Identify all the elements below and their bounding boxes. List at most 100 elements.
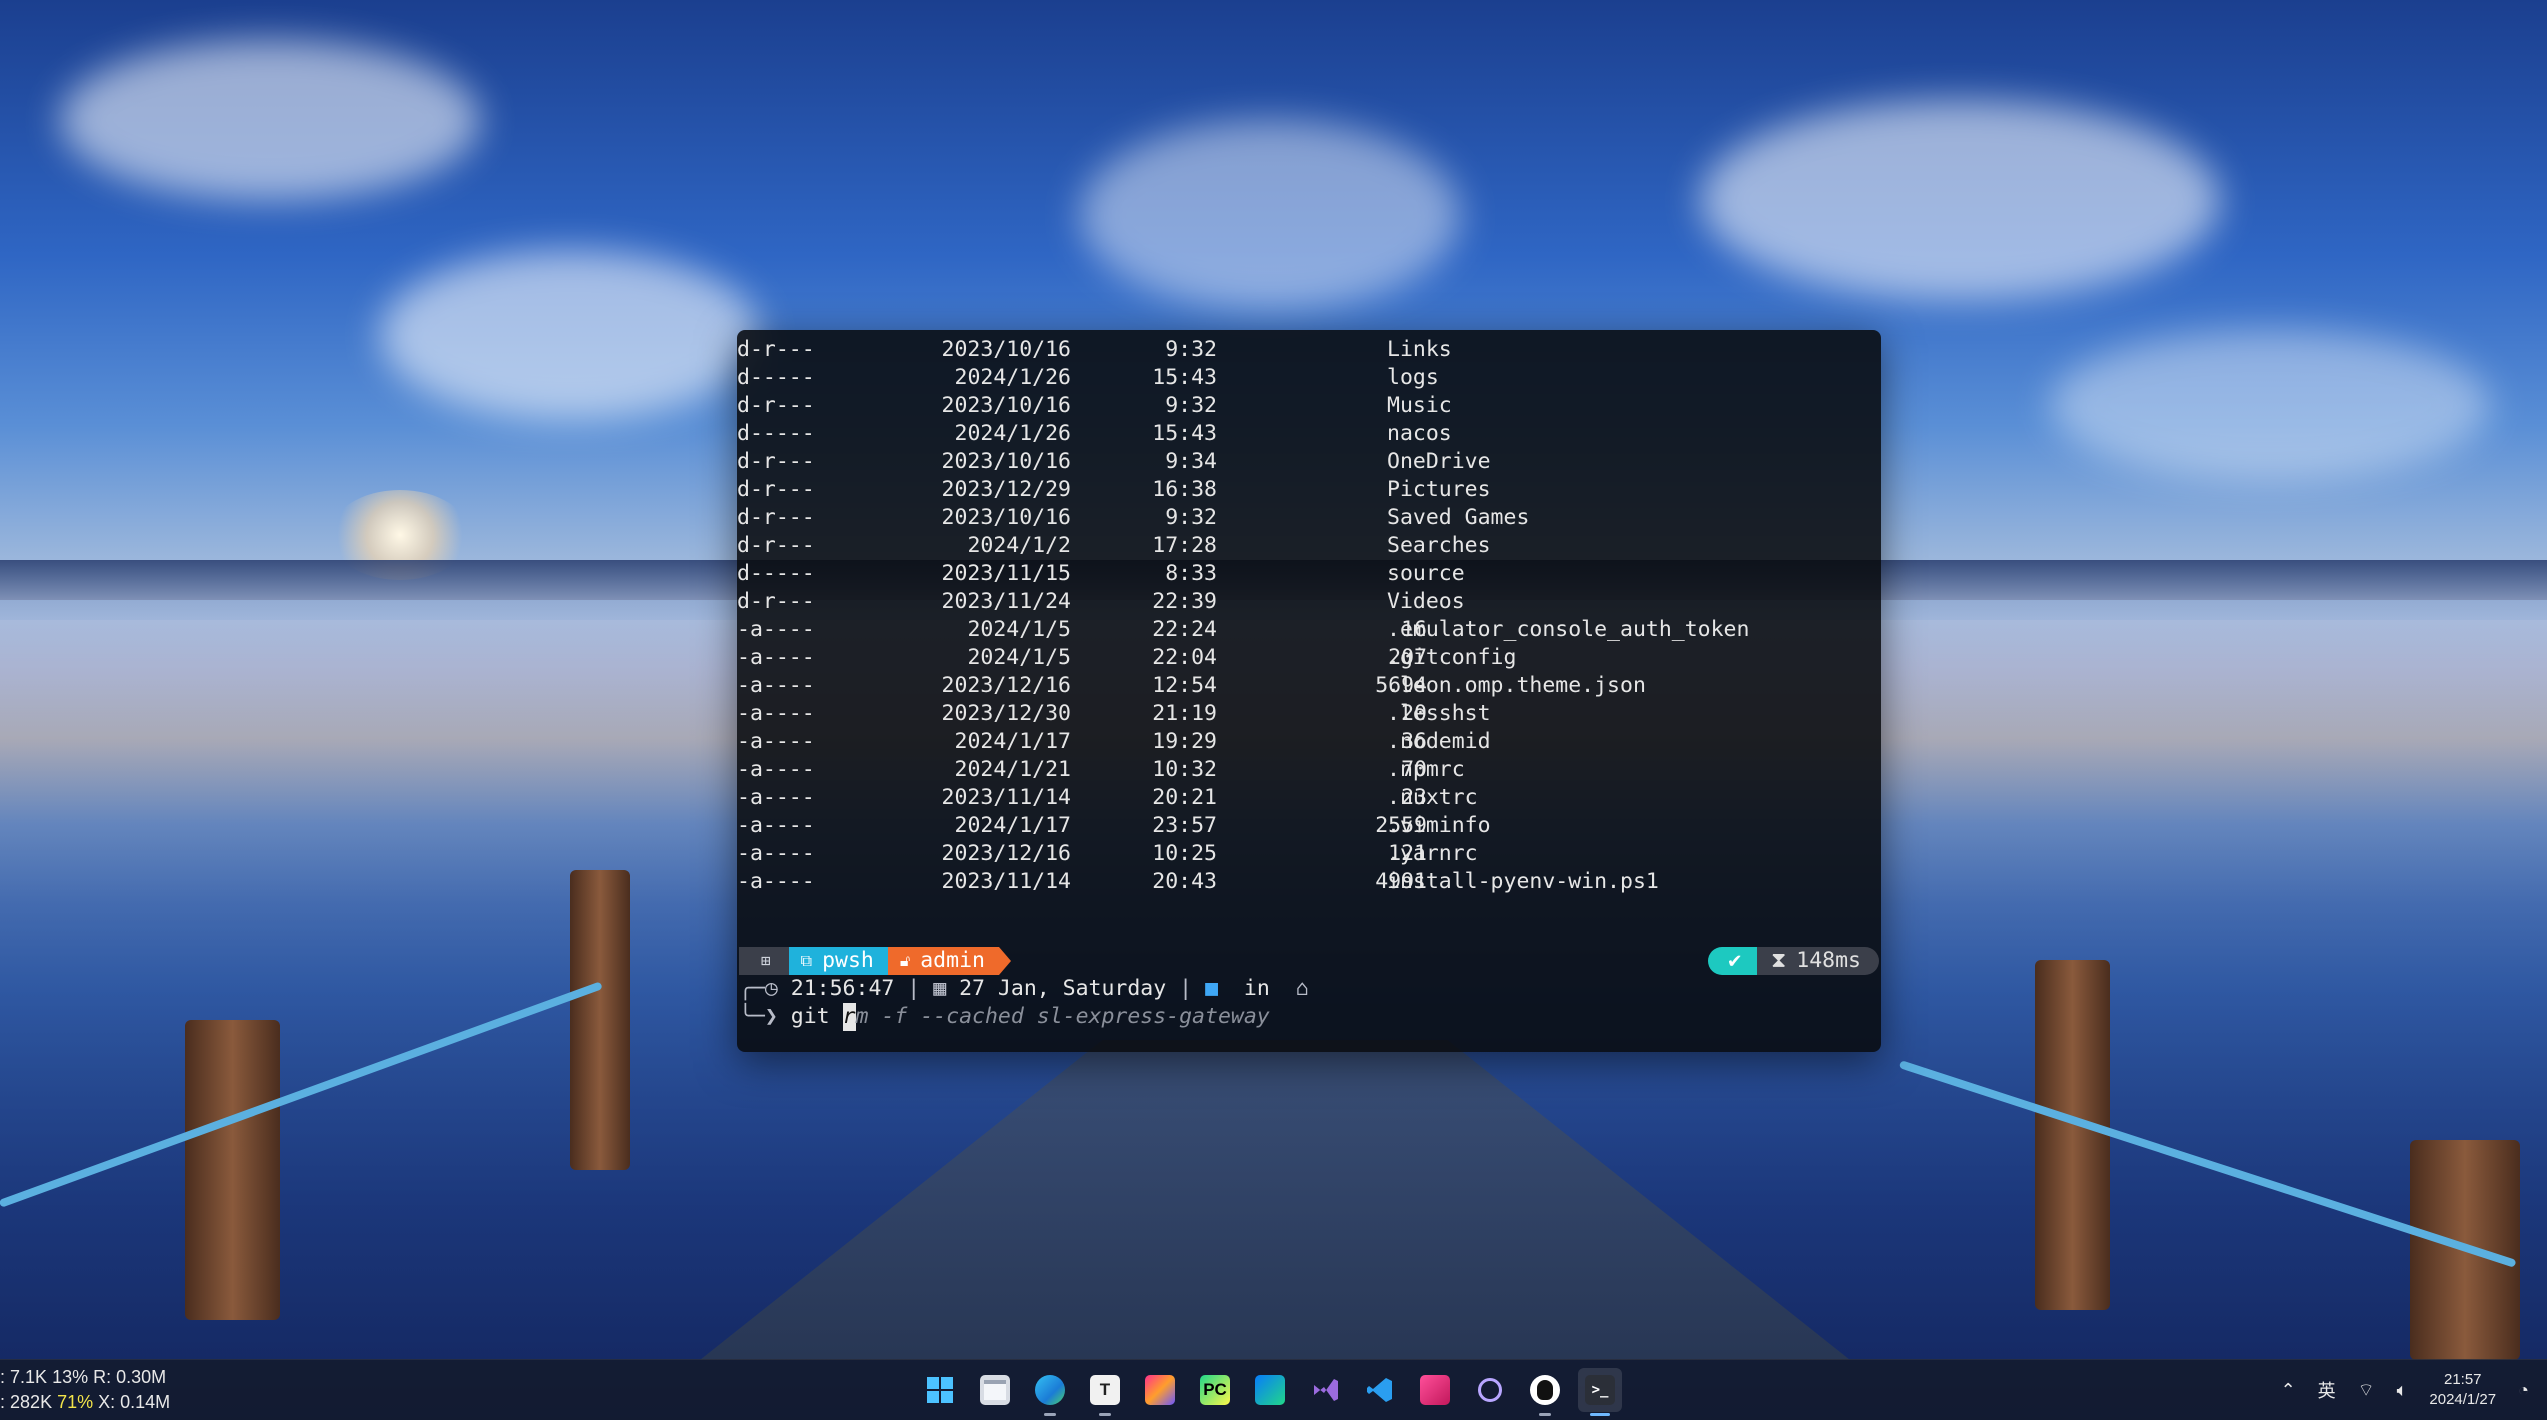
check-icon: ✔ — [1728, 948, 1742, 973]
clock-icon: ◷ — [764, 976, 791, 1001]
success-segment: ✔ — [1708, 947, 1758, 975]
taskbar-apps: T PC >_ — [918, 1368, 1622, 1416]
taskbar-app-jetbrains-ide[interactable] — [1248, 1368, 1292, 1412]
file-mode: -a---- — [737, 645, 815, 670]
file-time: 20:43 — [1152, 869, 1217, 894]
file-time: 20:21 — [1152, 785, 1217, 810]
user-name: admin — [920, 948, 985, 973]
app-label: T — [1099, 1380, 1111, 1399]
file-mode: d-r--- — [737, 393, 815, 418]
taskbar-app-pycharm[interactable]: PC — [1193, 1368, 1237, 1412]
netstat-value: 282K — [10, 1392, 53, 1412]
system-clock[interactable]: 21:57 2024/1/27 — [2429, 1370, 2496, 1410]
network-monitor: : 7.1K 13% R: 0.30M : 282K 71% X: 0.14M — [0, 1365, 170, 1415]
taskbar-app-jetbrains-toolbox[interactable] — [1138, 1368, 1182, 1412]
separator: | — [1179, 976, 1193, 1001]
file-date: 2024/1/2 — [967, 533, 1071, 558]
file-date: 2024/1/5 — [967, 617, 1071, 642]
file-date: 2024/1/5 — [967, 645, 1071, 670]
file-name: logs — [1387, 365, 1439, 390]
windows-icon: ⊞ — [761, 951, 771, 970]
file-name: .nuxtrc — [1387, 785, 1478, 810]
netstat-prefix: : — [0, 1392, 6, 1412]
taskbar-app-visual-studio[interactable] — [1303, 1368, 1347, 1412]
corner-top-icon: ╭─ — [739, 976, 765, 1001]
typed-command: git — [790, 1004, 843, 1029]
file-time: 10:32 — [1152, 757, 1217, 782]
obsidian-icon — [1420, 1375, 1450, 1405]
wifi-icon[interactable]: ⌔ — [2358, 1379, 2375, 1402]
file-time: 22:04 — [1152, 645, 1217, 670]
taskbar-app-edge-browser[interactable] — [1028, 1368, 1072, 1416]
file-name: Videos — [1387, 589, 1465, 614]
chevron-up-icon[interactable]: ⌃ — [2281, 1380, 2296, 1401]
file-date: 2023/10/16 — [941, 393, 1071, 418]
separator: | — [907, 976, 921, 1001]
taskbar-app-terminal[interactable]: >_ — [1578, 1368, 1622, 1416]
file-date: 2023/12/30 — [941, 701, 1071, 726]
jetbrains-toolbox-icon — [1145, 1375, 1175, 1405]
file-name: .emulator_console_auth_token — [1387, 617, 1750, 642]
file-date: 2023/11/14 — [941, 869, 1071, 894]
file-time: 22:39 — [1152, 589, 1217, 614]
file-mode: d-r--- — [737, 505, 815, 530]
netstat-percent: 71% — [57, 1392, 94, 1412]
command-line[interactable]: ╰─❯ git rm -f --cached sl-express-gatewa… — [739, 1003, 1270, 1031]
file-time: 21:19 — [1152, 701, 1217, 726]
user-segment: 🔓︎ admin — [887, 947, 999, 975]
app-label: PC — [1203, 1380, 1227, 1399]
file-name: Saved Games — [1387, 505, 1530, 530]
taskbar: : 7.1K 13% R: 0.30M : 282K 71% X: 0.14M … — [0, 1359, 2547, 1420]
taskbar-app-file-explorer[interactable] — [973, 1368, 1017, 1412]
typora-icon: T — [1090, 1375, 1120, 1405]
file-time: 22:24 — [1152, 617, 1217, 642]
terminal-window[interactable]: d-r--- 2023/10/16 9:32 Links d----- 2024/1/26… — [737, 330, 1881, 1052]
file-date: 2023/11/15 — [941, 561, 1071, 586]
taskbar-app-windows-start[interactable] — [918, 1368, 962, 1412]
gear-app-icon — [1475, 1375, 1505, 1405]
prompt-clock: 21:56:47 — [790, 976, 895, 1001]
netstat-prefix: : — [0, 1367, 6, 1387]
windows-start-icon — [925, 1375, 955, 1405]
execution-time: 148ms — [1796, 948, 1861, 973]
file-name: .npmrc — [1387, 757, 1465, 782]
notification-icon[interactable]: ◔ — [2518, 1380, 2529, 1401]
file-date: 2023/11/24 — [941, 589, 1071, 614]
system-tray: ⌃ 英 ⌔ 🔈︎ 21:57 2024/1/27 ◔ — [2281, 1360, 2547, 1420]
ime-indicator[interactable]: 英 — [2318, 1377, 2336, 1403]
file-mode: -a---- — [737, 869, 815, 894]
taskbar-app-gear-app[interactable] — [1468, 1368, 1512, 1412]
file-name: Links — [1387, 337, 1452, 362]
file-name: Searches — [1387, 533, 1491, 558]
file-explorer-icon — [980, 1375, 1010, 1405]
calendar-icon: ▦ — [933, 976, 960, 1001]
volume-icon[interactable]: 🔈︎ — [2397, 1380, 2408, 1401]
file-name: OneDrive — [1387, 449, 1491, 474]
prompt-segments: ⊞ ⧉ pwsh 🔓︎ admin — [739, 947, 1011, 975]
qq-icon — [1530, 1375, 1560, 1405]
netstat-value: 7.1K — [10, 1367, 48, 1387]
taskbar-app-obsidian[interactable] — [1413, 1368, 1457, 1412]
unlock-icon: 🔓︎ — [899, 951, 911, 970]
file-time: 9:34 — [1165, 449, 1217, 474]
netstat-percent: 13% — [52, 1367, 89, 1387]
file-name: Music — [1387, 393, 1452, 418]
terminal-icon: >_ — [1585, 1375, 1615, 1405]
netstat-transmit: X: 0.14M — [98, 1392, 171, 1412]
file-mode: -a---- — [737, 617, 815, 642]
file-name: nacos — [1387, 421, 1452, 446]
file-mode: -a---- — [737, 673, 815, 698]
prompt-date: 27 Jan, Saturday — [959, 976, 1167, 1001]
folder-icon: ■ — [1205, 976, 1219, 1001]
file-mode: -a---- — [737, 841, 815, 866]
file-time: 16:38 — [1152, 477, 1217, 502]
file-mode: -a---- — [737, 729, 815, 754]
file-time: 23:57 — [1152, 813, 1217, 838]
taskbar-app-qq[interactable] — [1523, 1368, 1567, 1416]
pycharm-icon: PC — [1200, 1375, 1230, 1405]
taskbar-app-typora[interactable]: T — [1083, 1368, 1127, 1416]
hourglass-icon: ⧗ — [1771, 948, 1787, 973]
file-name: .gitconfig — [1387, 645, 1517, 670]
file-mode: d----- — [737, 365, 815, 390]
taskbar-app-vscode[interactable] — [1358, 1368, 1402, 1412]
